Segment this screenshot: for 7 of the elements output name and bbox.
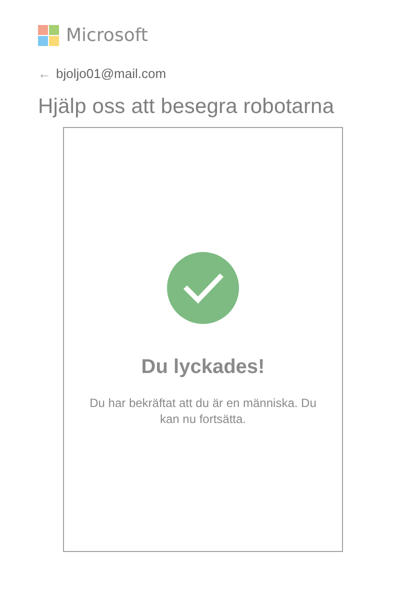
result-heading: Du lyckades!	[141, 356, 265, 379]
brand-name: Microsoft	[66, 25, 148, 46]
page-title: Hjälp oss att besegra robotarna	[38, 95, 336, 119]
microsoft-logo-icon	[38, 25, 59, 46]
account-email: bjoljo01@mail.com	[56, 66, 166, 81]
result-message: Du har bekräftat att du är en människa. Du kan nu fortsätta.	[88, 395, 318, 427]
back-button[interactable]: ←	[38, 66, 51, 81]
